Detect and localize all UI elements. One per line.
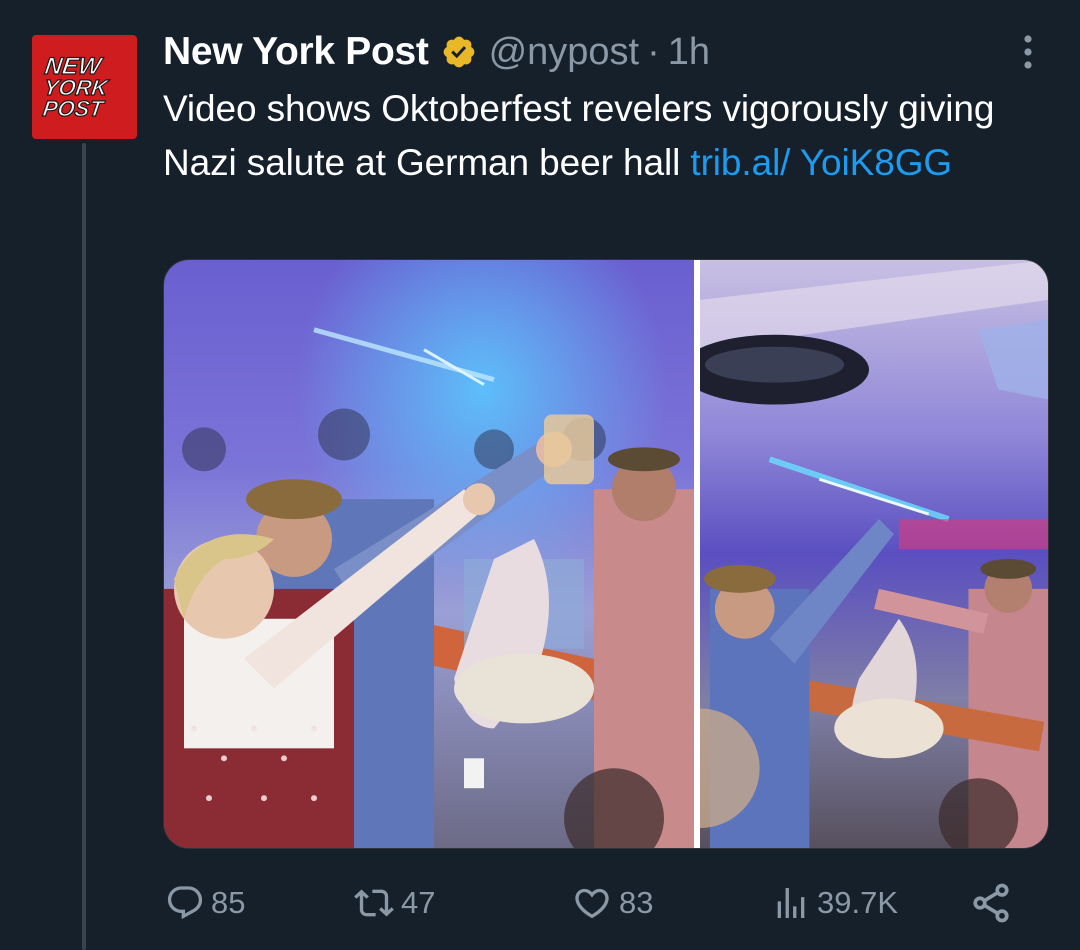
- like-button[interactable]: 83: [571, 875, 653, 931]
- retweet-button[interactable]: 47: [353, 875, 435, 931]
- like-count: 83: [619, 885, 654, 920]
- svg-text:POST: POST: [41, 96, 107, 121]
- reply-icon: [167, 886, 203, 920]
- handle[interactable]: @nypost: [489, 31, 640, 74]
- views-icon: [777, 888, 805, 918]
- tweet-header: New York Post @nypost · 1h: [163, 28, 710, 76]
- more-options-button[interactable]: [1006, 30, 1050, 74]
- reply-count: 85: [211, 885, 246, 920]
- share-button[interactable]: [969, 875, 1013, 931]
- more-options-icon: [1024, 35, 1032, 69]
- verified-badge-icon[interactable]: [441, 34, 477, 70]
- thread-line: [82, 143, 86, 950]
- tweet-actions: 85 47 83 39.7K: [163, 875, 1043, 931]
- tweet-link[interactable]: trib.al/ YoiK8GG: [690, 142, 952, 183]
- media-image-right[interactable]: [700, 260, 1048, 848]
- timestamp[interactable]: 1h: [668, 31, 710, 74]
- separator-dot: ·: [647, 30, 660, 73]
- new-york-post-logo: NEW YORK POST: [40, 53, 111, 122]
- retweet-icon: [354, 889, 394, 917]
- views-button[interactable]: 39.7K: [771, 875, 898, 931]
- tweet-text: Video shows Oktoberfest revelers vigorou…: [163, 82, 1043, 190]
- share-icon: [973, 883, 1009, 923]
- tweet-media[interactable]: [163, 259, 1049, 849]
- tweet[interactable]: NEW YORK POST New York Post @nypost · 1h…: [0, 0, 1080, 950]
- views-count: 39.7K: [817, 885, 899, 920]
- media-image-left[interactable]: [164, 260, 694, 848]
- display-name[interactable]: New York Post: [163, 30, 429, 74]
- avatar[interactable]: NEW YORK POST: [32, 35, 137, 139]
- reply-button[interactable]: 85: [165, 875, 245, 931]
- heart-icon: [575, 888, 609, 919]
- retweet-count: 47: [401, 885, 436, 920]
